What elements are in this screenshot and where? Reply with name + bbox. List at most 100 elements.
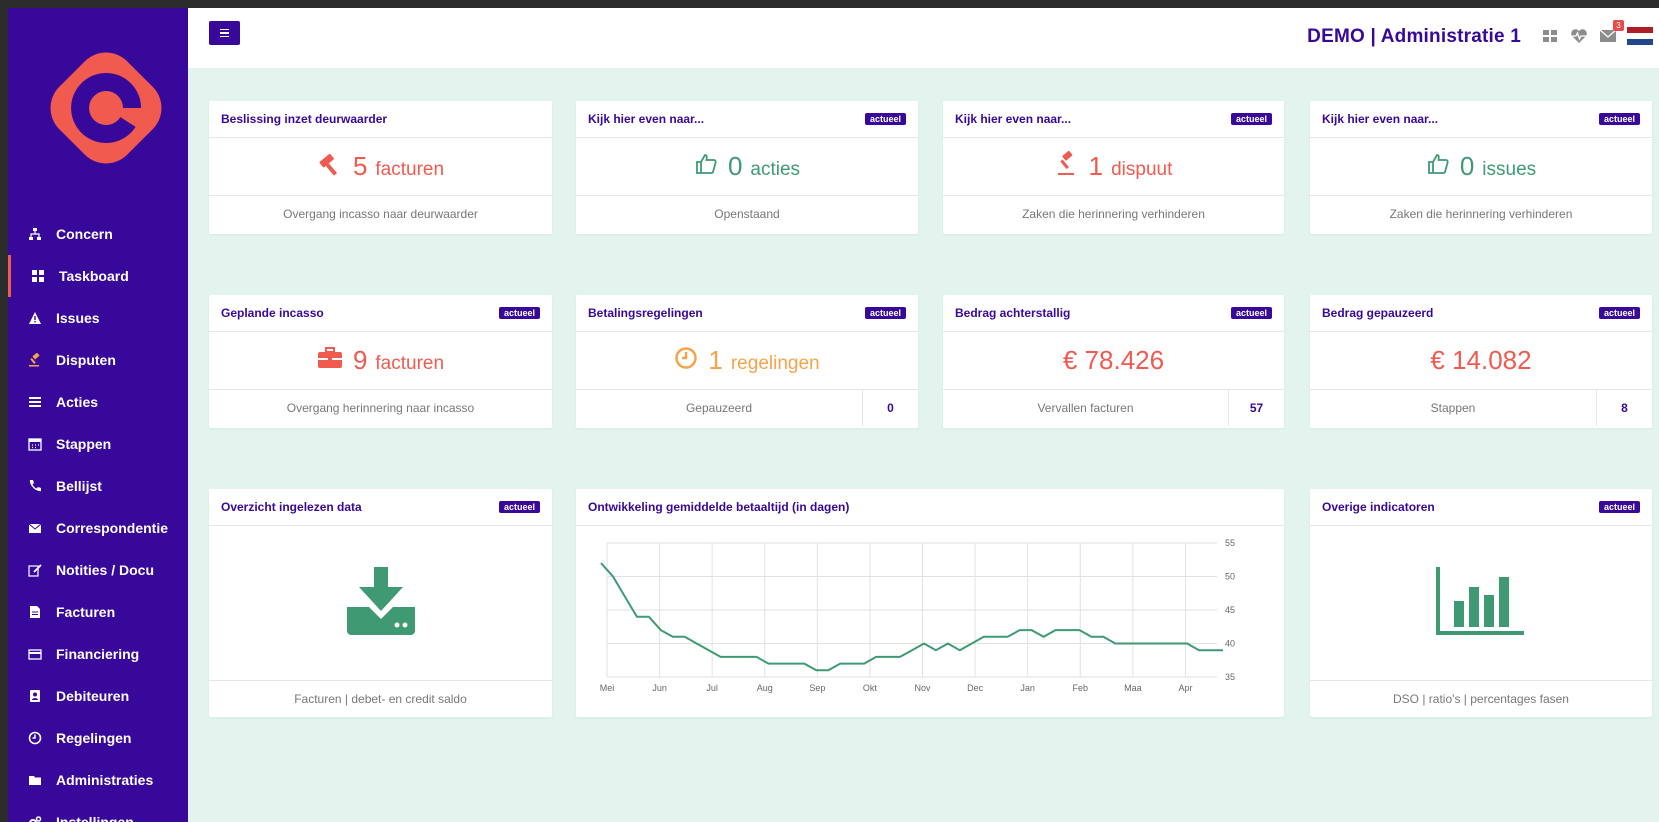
sidebar-item-debiteuren[interactable]: Debiteuren <box>8 675 188 717</box>
metric-number: 9 <box>352 345 368 375</box>
language-flag-nl-icon[interactable] <box>1627 26 1653 46</box>
y-tick-label: 45 <box>1225 605 1235 615</box>
card-title: Overzicht ingelezen data <box>221 500 362 514</box>
card-title: Bedrag gepauzeerd <box>1322 306 1434 320</box>
sidebar-item-label: Disputen <box>56 352 116 368</box>
metric-unit: facturen <box>375 159 445 180</box>
heartbeat-icon[interactable] <box>1569 26 1589 46</box>
sidebar-item-financiering[interactable]: Financiering <box>8 633 188 675</box>
sidebar-item-correspondentie[interactable]: Correspondentie <box>8 507 188 549</box>
metric-number: 0 <box>727 151 743 181</box>
gavel-icon <box>317 151 343 182</box>
download-icon <box>345 566 417 640</box>
x-tick-label: Mei <box>600 683 615 693</box>
clock-icon <box>28 731 42 745</box>
sidebar-item-acties[interactable]: Acties <box>8 381 188 423</box>
x-tick-label: Aug <box>757 683 773 693</box>
y-tick-label: 55 <box>1225 538 1235 548</box>
sidebar-item-label: Concern <box>56 226 113 242</box>
card-footer: Gepauzeerd <box>685 401 753 415</box>
status-badge: actueel <box>1230 307 1272 319</box>
sitemap-icon <box>28 227 42 241</box>
y-tick-label: 50 <box>1225 572 1235 582</box>
status-badge: actueel <box>864 113 906 125</box>
card-overige-indicatoren[interactable]: Overige indicatoren actueel DSO | ratio's… <box>1310 489 1652 717</box>
card-bedrag-achterstallig[interactable]: Bedrag achterstallig actueel € 78.426 Ver… <box>943 295 1284 428</box>
card-deurwaarder[interactable]: Beslissing inzet deurwaarder 5 facturen O… <box>209 101 552 234</box>
card-count[interactable]: 57 <box>1228 390 1284 426</box>
sidebar-item-administraties[interactable]: Administraties <box>8 759 188 801</box>
page-title: DEMO | Administratie 1 <box>1307 26 1521 47</box>
sidebar-item-label: Debiteuren <box>56 688 130 704</box>
sidebar-item-label: Bellijst <box>56 478 102 494</box>
menu-toggle-button[interactable] <box>209 21 240 45</box>
status-badge: actueel <box>498 501 540 513</box>
sidebar-item-notities-docu[interactable]: Notities / Docu <box>8 549 188 591</box>
card-title: Geplande incasso <box>221 306 324 320</box>
card-betaaltijd-chart[interactable]: Ontwikkeling gemiddelde betaaltijd (in d… <box>576 489 1284 717</box>
sidebar-item-disputen[interactable]: Disputen <box>8 339 188 381</box>
metric-amount: € 14.082 <box>1430 345 1532 375</box>
x-tick-label: Okt <box>863 683 878 693</box>
calendar-icon <box>28 437 42 451</box>
card-issues[interactable]: Kijk hier even naar... actueel 0 issues Za… <box>1310 101 1652 234</box>
dashboard-grid-icon <box>31 269 45 283</box>
window-frame-left <box>0 0 8 822</box>
metric-number: 1 <box>1088 151 1104 181</box>
sidebar-item-stappen[interactable]: Stappen <box>8 423 188 465</box>
metric-unit: facturen <box>375 353 445 374</box>
card-footer: Facturen | debet- en credit saldo <box>294 692 467 706</box>
sidebar-item-label: Taskboard <box>59 268 129 284</box>
folder-icon <box>28 773 42 787</box>
metric-number: 0 <box>1459 151 1475 181</box>
mail-badge: 3 <box>1613 20 1624 31</box>
status-badge: actueel <box>1598 113 1640 125</box>
credit-card-icon <box>28 647 42 661</box>
metric-amount: € 78.426 <box>1062 345 1165 375</box>
x-tick-label: Maa <box>1124 683 1142 693</box>
card-geplande-incasso[interactable]: Geplande incasso actueel 9 facturen Overga… <box>209 295 552 428</box>
card-count[interactable]: 8 <box>1596 390 1652 426</box>
card-title: Betalingsregelingen <box>588 306 703 320</box>
sidebar-item-label: Instellingen <box>56 814 134 822</box>
dashboard-grid-icon[interactable] <box>1540 26 1560 46</box>
card-footer: DSO | ratio's | percentages fasen <box>1393 692 1569 706</box>
status-badge: actueel <box>1230 113 1272 125</box>
card-title: Kijk hier even naar... <box>588 112 705 126</box>
sidebar-item-issues[interactable]: Issues <box>8 297 188 339</box>
mail-notifications-button[interactable]: 3 <box>1598 20 1624 46</box>
card-ingelezen-data[interactable]: Overzicht ingelezen data actueel Facturen… <box>209 489 552 717</box>
sidebar-item-label: Facturen <box>56 604 116 620</box>
card-footer: Stappen <box>1430 401 1476 415</box>
sidebar-item-concern[interactable]: Concern <box>8 213 188 255</box>
status-badge: actueel <box>864 307 906 319</box>
brand-logo[interactable] <box>36 38 176 178</box>
series-line <box>600 562 1223 672</box>
metric-number: 5 <box>352 151 368 181</box>
card-acties[interactable]: Kijk hier even naar... actueel 0 acties Op… <box>576 101 918 234</box>
sidebar-item-bellijst[interactable]: Bellijst <box>8 465 188 507</box>
x-tick-label: Apr <box>1178 683 1192 693</box>
top-bar: DEMO | Administratie 1 3 <box>188 8 1659 68</box>
status-badge: actueel <box>1598 501 1640 513</box>
clock-icon <box>674 346 698 375</box>
sidebar-item-instellingen[interactable]: Instellingen <box>8 801 188 822</box>
card-footer: Zaken die herinnering verhinderen <box>1389 207 1573 221</box>
sidebar-item-facturen[interactable]: Facturen <box>8 591 188 633</box>
sidebar-item-taskboard[interactable]: Taskboard <box>8 255 188 297</box>
briefcase-icon <box>317 347 343 374</box>
card-count[interactable]: 0 <box>862 390 918 426</box>
x-tick-label: Jan <box>1020 683 1035 693</box>
x-tick-label: Sep <box>809 683 825 693</box>
bar-chart-icon <box>1436 566 1526 640</box>
sidebar-item-regelingen[interactable]: Regelingen <box>8 717 188 759</box>
card-dispuut[interactable]: Kijk hier even naar... actueel 1 dispuut Z… <box>943 101 1284 234</box>
contact-icon <box>28 689 42 703</box>
gavel-icon <box>1055 150 1079 182</box>
card-title: Bedrag achterstallig <box>955 306 1071 320</box>
card-betalingsregelingen[interactable]: Betalingsregelingen actueel 1 regelingen G… <box>576 295 918 428</box>
file-icon <box>28 605 42 619</box>
thumbs-up-icon <box>694 152 718 181</box>
card-bedrag-gepauzeerd[interactable]: Bedrag gepauzeerd actueel € 14.082 Stappe… <box>1310 295 1652 428</box>
metric-unit: dispuut <box>1111 159 1173 180</box>
